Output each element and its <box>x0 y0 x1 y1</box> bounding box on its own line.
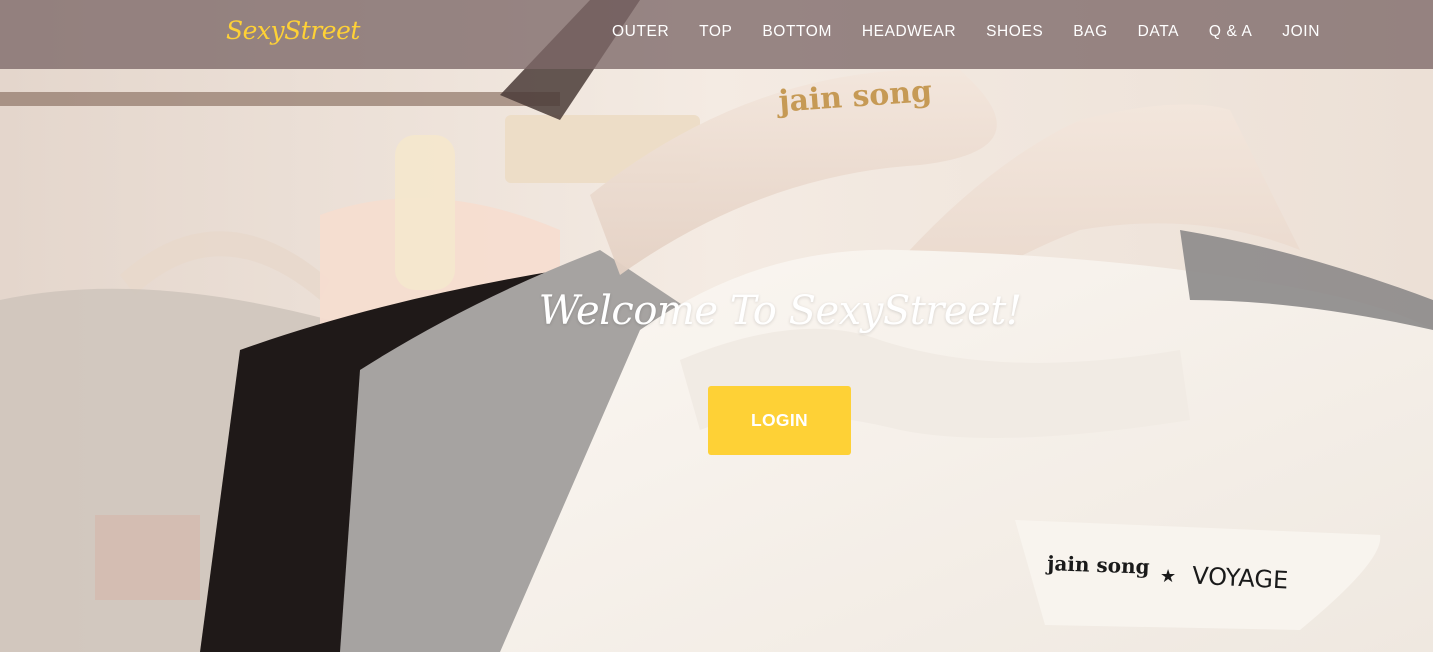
nav-menu: OUTER TOP BOTTOM HEADWEAR SHOES BAG DATA… <box>598 21 1334 43</box>
brand-logo-link[interactable]: SexyStreet <box>226 16 360 45</box>
nav-link-bottom[interactable]: BOTTOM <box>748 23 846 40</box>
nav-link-qna[interactable]: Q & A <box>1195 23 1267 40</box>
wooden-clip <box>395 135 455 290</box>
label-brand-text: jain song <box>1045 551 1150 579</box>
nav-item-outer: OUTER <box>598 21 683 43</box>
nav-link-data[interactable]: DATA <box>1124 23 1193 40</box>
nav-link-join[interactable]: JOIN <box>1268 23 1334 40</box>
nav-item-data: DATA <box>1124 21 1193 43</box>
nav-link-top[interactable]: TOP <box>685 23 746 40</box>
login-button[interactable]: LOGIN <box>708 386 851 455</box>
nav-link-headwear[interactable]: HEADWEAR <box>848 23 970 40</box>
nav-link-outer[interactable]: OUTER <box>598 23 683 40</box>
nav-item-bottom: BOTTOM <box>748 21 846 43</box>
welcome-heading: Welcome To SexyStreet! <box>538 288 1022 334</box>
nav-item-join: JOIN <box>1268 21 1334 43</box>
nav-link-bag[interactable]: BAG <box>1059 23 1122 40</box>
nav-item-qna: Q & A <box>1195 21 1267 43</box>
label-star-icon: ★ <box>1160 566 1176 587</box>
top-navbar: SexyStreet OUTER TOP BOTTOM HEADWEAR SHO… <box>0 0 1433 69</box>
hero-section: jain song jain song ★ VOYAGE SexyStreet … <box>0 0 1433 652</box>
nav-link-shoes[interactable]: SHOES <box>972 23 1057 40</box>
nav-item-headwear: HEADWEAR <box>848 21 970 43</box>
nav-item-top: TOP <box>685 21 746 43</box>
clothing-rail <box>0 92 560 106</box>
nav-item-shoes: SHOES <box>972 21 1057 43</box>
nav-item-bag: BAG <box>1059 21 1122 43</box>
label-collab-text: VOYAGE <box>1191 562 1288 595</box>
